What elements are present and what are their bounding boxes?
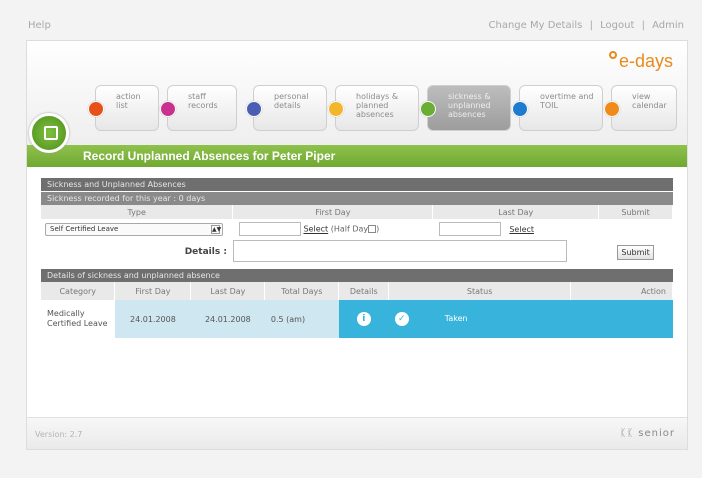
separator: | bbox=[589, 20, 593, 31]
status-text: Taken bbox=[444, 314, 468, 323]
col-last-day: Last Day bbox=[190, 282, 266, 300]
details-row: Details : Submit bbox=[41, 239, 673, 265]
col-category: Category bbox=[41, 282, 116, 300]
absence-table: Category First Day Last Day Total Days D… bbox=[41, 282, 673, 338]
clock-icon bbox=[512, 101, 528, 117]
cell-details: i bbox=[338, 300, 389, 338]
calendar-icon bbox=[604, 101, 620, 117]
details-cell bbox=[232, 239, 599, 265]
absence-form: Type First Day Last Day Submit Self Cert… bbox=[41, 205, 673, 265]
type-select[interactable]: Self Certified Leave ▲▼ bbox=[45, 222, 223, 236]
content: Sickness and Unplanned Absences Sickness… bbox=[41, 178, 673, 338]
cell-status: ✓ Taken bbox=[388, 300, 571, 338]
nav-view-calendar[interactable]: view calendar bbox=[604, 85, 677, 131]
cell-action bbox=[570, 300, 673, 338]
section-title: Sickness and Unplanned Absences bbox=[41, 178, 673, 191]
brand-text: senior bbox=[638, 428, 675, 439]
cell-category: Medically Certified Leave bbox=[41, 300, 115, 338]
change-details-link[interactable]: Change My Details bbox=[489, 20, 583, 31]
cell-last-day: 24.01.2008 bbox=[190, 300, 265, 338]
header-first-day: First Day bbox=[232, 205, 434, 219]
nav-label: personal details bbox=[274, 92, 309, 110]
medical-kit-icon bbox=[29, 113, 69, 153]
logo: e-days bbox=[608, 51, 673, 72]
senior-logo: ᛕᛕ senior bbox=[620, 428, 675, 439]
last-day-select-link[interactable]: Select bbox=[509, 225, 534, 234]
logo-dot-icon bbox=[608, 51, 617, 59]
col-action: Action bbox=[570, 282, 673, 300]
col-details: Details bbox=[338, 282, 390, 300]
type-cell: Self Certified Leave ▲▼ bbox=[41, 219, 233, 239]
nav-label: sickness & unplanned absences bbox=[448, 92, 491, 119]
table-row: Medically Certified Leave 24.01.2008 24.… bbox=[41, 300, 673, 338]
version-text: Version: 2.7 bbox=[35, 430, 83, 439]
submit-button-cell: Submit bbox=[599, 239, 673, 265]
first-day-cell: Select (Half Day) bbox=[233, 219, 433, 239]
medical-kit-icon bbox=[420, 101, 436, 117]
lock-icon bbox=[88, 101, 104, 117]
form-header-row: Type First Day Last Day Submit bbox=[41, 205, 673, 219]
account-links: Change My Details | Logout | Admin bbox=[489, 20, 684, 31]
title-bar: Record Unplanned Absences for Peter Pipe… bbox=[27, 145, 687, 167]
nav-label: staff records bbox=[188, 92, 218, 110]
table-header-row: Category First Day Last Day Total Days D… bbox=[41, 282, 673, 300]
admin-link[interactable]: Admin bbox=[652, 20, 684, 31]
nav-label: action list bbox=[116, 92, 141, 110]
col-first-day: First Day bbox=[114, 282, 192, 300]
nav-personal-details[interactable]: personal details bbox=[246, 85, 327, 131]
top-bar: Help Change My Details | Logout | Admin bbox=[14, 14, 688, 36]
cell-total-days: 0.5 (am) bbox=[264, 300, 339, 338]
header-type: Type bbox=[41, 205, 234, 219]
nav-staff-records[interactable]: staff records bbox=[160, 85, 237, 131]
details-textarea[interactable] bbox=[232, 240, 567, 262]
separator: | bbox=[641, 20, 645, 31]
submit-button[interactable]: Submit bbox=[617, 244, 654, 260]
first-day-input[interactable] bbox=[238, 222, 301, 236]
logout-link[interactable]: Logout bbox=[600, 20, 634, 31]
nav-label: holidays & planned absences bbox=[356, 92, 399, 119]
half-day-checkbox[interactable] bbox=[368, 225, 377, 233]
main-panel: e-days action list staff records persona… bbox=[26, 40, 688, 450]
footer: Version: 2.7 ᛕᛕ senior bbox=[27, 417, 687, 449]
app-frame: Help Change My Details | Logout | Admin … bbox=[0, 0, 702, 478]
header-submit: Submit bbox=[598, 205, 673, 219]
form-row: Self Certified Leave ▲▼ Select (Half Day)… bbox=[41, 219, 673, 239]
last-day-cell: Select bbox=[433, 219, 599, 239]
section-subtitle: Sickness recorded for this year : 0 days bbox=[41, 192, 673, 205]
half-day-label: (Half Day bbox=[330, 224, 369, 234]
dropdown-arrow-icon: ▲▼ bbox=[211, 224, 222, 234]
details-info-icon[interactable]: i bbox=[356, 312, 371, 326]
nav-holidays[interactable]: holidays & planned absences bbox=[328, 85, 419, 131]
users-icon bbox=[160, 101, 176, 117]
details-section-title: Details of sickness and unplanned absenc… bbox=[41, 269, 673, 282]
type-select-value: Self Certified Leave bbox=[50, 224, 119, 233]
details-label: Details : bbox=[184, 247, 227, 257]
nav-label: overtime and TOIL bbox=[540, 92, 594, 110]
col-status: Status bbox=[388, 282, 572, 300]
submit-cell bbox=[599, 219, 673, 239]
help-link[interactable]: Help bbox=[28, 20, 51, 31]
first-day-select-link[interactable]: Select bbox=[303, 225, 328, 234]
header-last-day: Last Day bbox=[432, 205, 600, 219]
nav-overtime[interactable]: overtime and TOIL bbox=[512, 85, 603, 131]
col-total-days: Total Days bbox=[264, 282, 340, 300]
info-icon bbox=[246, 101, 262, 117]
sun-icon bbox=[328, 101, 344, 117]
cell-first-day: 24.01.2008 bbox=[114, 300, 191, 338]
nav-sickness[interactable]: sickness & unplanned absences bbox=[420, 85, 511, 131]
page-title: Record Unplanned Absences for Peter Pipe… bbox=[83, 149, 336, 163]
nav-action-list[interactable]: action list bbox=[88, 85, 159, 131]
last-day-input[interactable] bbox=[438, 222, 501, 236]
header: e-days action list staff records persona… bbox=[27, 41, 687, 145]
logo-text: e-days bbox=[618, 51, 673, 71]
nav-bar: action list staff records personal detai… bbox=[83, 85, 683, 133]
nav-label: view calendar bbox=[632, 92, 667, 110]
half-day-close: ) bbox=[376, 224, 380, 234]
check-icon: ✓ bbox=[394, 312, 409, 326]
